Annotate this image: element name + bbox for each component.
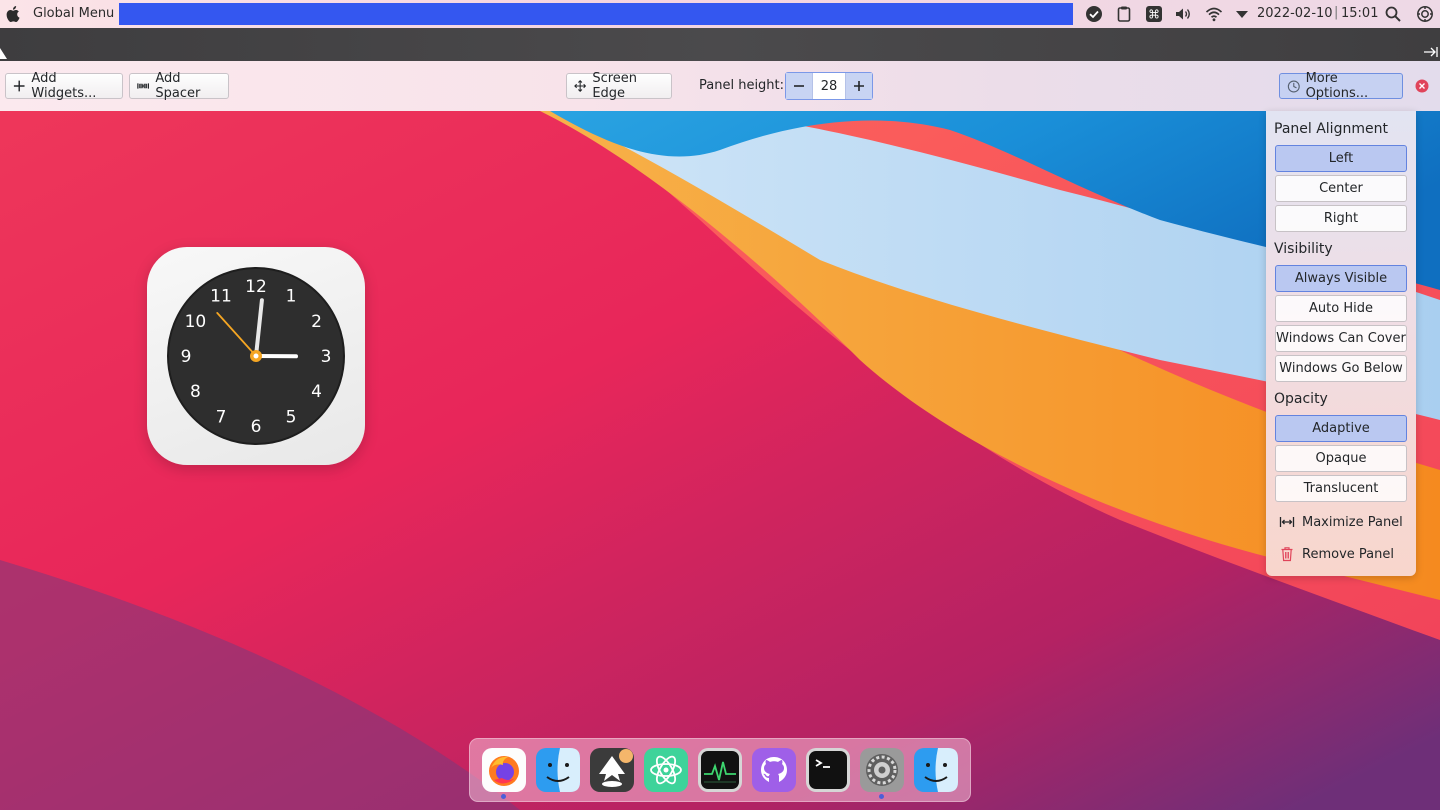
visibility-auto-hide-button[interactable]: Auto Hide (1275, 295, 1407, 322)
finder-icon (914, 748, 958, 792)
close-icon[interactable] (1415, 79, 1429, 93)
clock-numeral-8: 8 (190, 382, 201, 402)
analog-clock-widget[interactable]: 12 1 2 3 4 5 6 7 8 9 10 11 (147, 247, 365, 465)
dock-app-system-preferences[interactable] (860, 748, 904, 792)
terminal-icon (806, 748, 850, 792)
visibility-windows-can-cover-button[interactable]: Windows Can Cover (1275, 325, 1407, 352)
clock-numeral-11: 11 (210, 286, 232, 306)
screen-edge-button[interactable]: Screen Edge (566, 71, 672, 101)
add-spacer-button[interactable]: Add Spacer (129, 71, 229, 101)
dock-app-atom[interactable] (644, 748, 688, 792)
clock-numeral-4: 4 (311, 382, 322, 402)
opacity-opaque-button[interactable]: Opaque (1275, 445, 1407, 472)
move-icon (574, 79, 587, 93)
dock-app-activity-monitor[interactable] (698, 748, 742, 792)
dock-app-firefox[interactable] (482, 748, 526, 792)
running-indicator-system-preferences (879, 794, 884, 799)
activity-monitor-icon (698, 748, 742, 792)
dock-app-finder-2[interactable] (914, 748, 958, 792)
dock-app-terminal[interactable] (806, 748, 850, 792)
search-icon[interactable] (1383, 4, 1403, 24)
panel-height-increment-button[interactable] (846, 73, 872, 99)
panel-edit-strip (0, 28, 1440, 61)
clock-numeral-7: 7 (216, 408, 227, 428)
maximize-icon (1279, 517, 1295, 527)
visibility-always-visible-button[interactable]: Always Visible (1275, 265, 1407, 292)
alignment-center-button[interactable]: Center (1275, 175, 1407, 202)
time-label[interactable]: 15:01 (1341, 6, 1378, 21)
menu-highlight-bar (119, 3, 1073, 25)
dock-app-finder[interactable] (536, 748, 580, 792)
spacer-icon (137, 83, 150, 89)
wifi-icon[interactable] (1204, 4, 1224, 24)
visibility-heading: Visibility (1274, 241, 1333, 257)
apple-logo-icon[interactable] (6, 5, 22, 23)
add-spacer-label: Add Spacer (155, 71, 201, 101)
firefox-icon (482, 748, 526, 792)
clipboard-icon[interactable] (1114, 4, 1134, 24)
clock-numeral-1: 1 (286, 286, 297, 306)
panel-height-decrement-button[interactable] (786, 73, 812, 99)
dock-app-github-desktop[interactable] (752, 748, 796, 792)
plus-icon (854, 81, 864, 91)
date-time-separator: | (1334, 5, 1339, 20)
remove-panel-item[interactable]: Remove Panel (1279, 544, 1394, 564)
atom-icon (644, 748, 688, 792)
dock-app-inkscape[interactable] (590, 748, 634, 792)
maximize-panel-item[interactable]: Maximize Panel (1279, 512, 1403, 532)
check-circle-icon[interactable] (1084, 4, 1104, 24)
clock-numeral-5: 5 (286, 408, 297, 428)
more-options-label: More Options... (1305, 71, 1369, 101)
plus-icon (13, 80, 25, 92)
screen-edge-label: Screen Edge (592, 71, 638, 101)
opacity-translucent-button[interactable]: Translucent (1275, 475, 1407, 502)
finder-icon (536, 748, 580, 792)
alignment-right-button[interactable]: Right (1275, 205, 1407, 232)
trash-icon (1281, 547, 1293, 562)
github-desktop-icon (752, 748, 796, 792)
minus-icon (794, 85, 804, 87)
visibility-windows-go-below-button[interactable]: Windows Go Below (1275, 355, 1407, 382)
panel-height-spinbox[interactable]: 28 (785, 72, 873, 100)
add-widgets-label: Add Widgets... (31, 71, 97, 101)
panel-height-value[interactable]: 28 (812, 73, 846, 99)
clock-numeral-12: 12 (245, 277, 267, 297)
command-key-icon[interactable]: ⌘ (1144, 4, 1164, 24)
maximize-panel-label: Maximize Panel (1302, 514, 1403, 530)
svg-text:⌘: ⌘ (1148, 8, 1160, 22)
volume-icon[interactable] (1173, 4, 1193, 24)
panel-alignment-heading: Panel Alignment (1274, 121, 1388, 137)
clock-numeral-9: 9 (181, 347, 192, 367)
clock-numeral-2: 2 (311, 312, 322, 332)
tray-expand-icon[interactable] (1232, 4, 1252, 24)
panel-ruler-right-handle[interactable] (1424, 46, 1438, 58)
opacity-heading: Opacity (1274, 391, 1328, 407)
more-options-button[interactable]: More Options... (1279, 71, 1403, 101)
opacity-adaptive-button[interactable]: Adaptive (1275, 415, 1407, 442)
inkscape-icon (590, 748, 634, 792)
clock-numeral-3: 3 (321, 347, 332, 367)
remove-panel-label: Remove Panel (1302, 546, 1394, 562)
clock-numeral-6: 6 (251, 417, 262, 437)
system-preferences-icon (860, 748, 904, 792)
panel-height-label: Panel height: (699, 78, 785, 93)
alignment-left-button[interactable]: Left (1275, 145, 1407, 172)
running-indicator-firefox (501, 794, 506, 799)
panel-ruler-left-handle[interactable] (0, 48, 7, 59)
date-label[interactable]: 2022-02-10 (1257, 6, 1333, 21)
clock-numeral-10: 10 (185, 312, 207, 332)
global-menu-label[interactable]: Global Menu (33, 6, 114, 21)
top-menu-bar: Global Menu ⌘ 2022-02-10 | 15:01 (0, 0, 1440, 28)
settings-icon[interactable] (1415, 4, 1435, 24)
gear-icon (1287, 80, 1300, 92)
add-widgets-button[interactable]: Add Widgets... (5, 71, 123, 101)
